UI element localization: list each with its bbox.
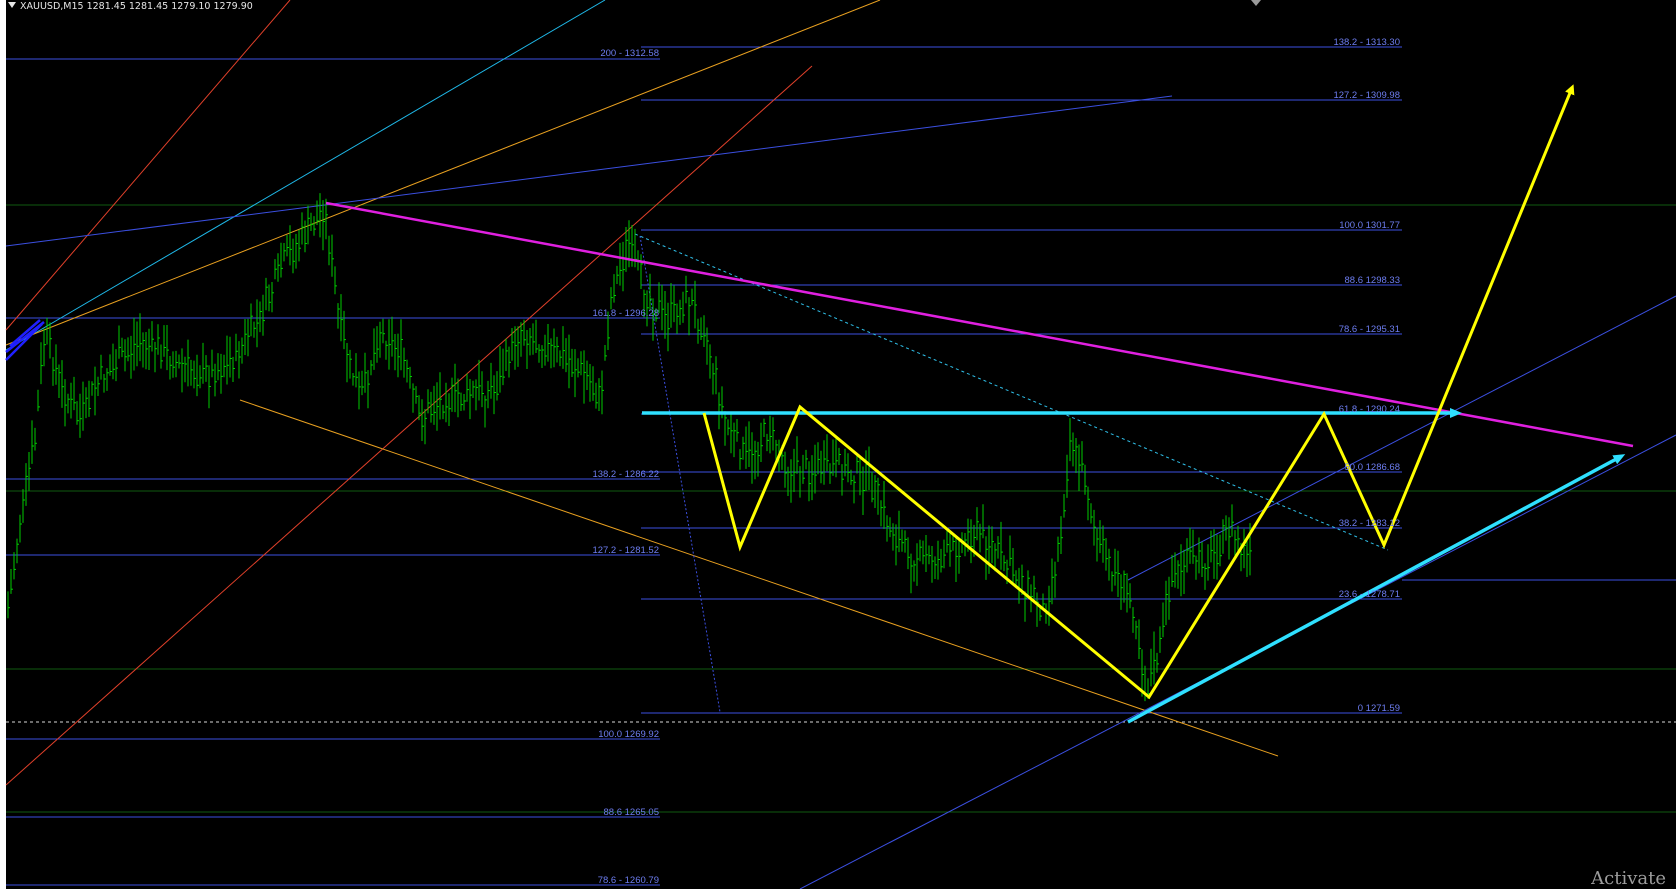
fib-label: 88.6 1298.33 bbox=[1345, 275, 1400, 286]
orange-upper-line bbox=[5, 0, 881, 346]
fib-label: 78.6 - 1295.31 bbox=[1339, 324, 1400, 335]
fib-label: 138.2 - 1313.30 bbox=[1333, 37, 1400, 48]
fib-right-levels[interactable] bbox=[641, 46, 1676, 714]
fan-line bbox=[5, 0, 291, 331]
chevron-down-icon[interactable] bbox=[1251, 0, 1261, 6]
fib-label: 161.8 - 1296.28 bbox=[592, 308, 659, 319]
fib-label: 100.0 1269.92 bbox=[598, 729, 659, 740]
activation-watermark: Activate bbox=[1591, 868, 1666, 889]
fib-label: 127.2 - 1309.98 bbox=[1333, 90, 1400, 101]
fib-label: 78.6 - 1260.79 bbox=[598, 875, 659, 886]
blue-trendlines[interactable] bbox=[5, 95, 1676, 889]
fib-label: 88.6 1265.05 bbox=[604, 807, 659, 818]
fib-right-labels: 138.2 - 1313.30 127.2 - 1309.98 100.0 13… bbox=[1333, 37, 1400, 714]
blue-wedge-marker bbox=[5, 319, 45, 361]
price-chart[interactable]: 200 - 1312.58 161.8 - 1296.28 138.2 - 12… bbox=[0, 0, 1676, 889]
blue-trendline bbox=[5, 95, 1173, 247]
yellow-projection-path[interactable] bbox=[702, 84, 1575, 700]
fib-label: 100.0 1301.77 bbox=[1339, 220, 1400, 231]
fib-label: 38.2 - 1283.12 bbox=[1339, 518, 1400, 529]
fan-line bbox=[5, 65, 813, 786]
symbol-header[interactable]: XAUUSD,M15 1281.45 1281.45 1279.10 1279.… bbox=[8, 0, 253, 14]
menu-triangle-icon[interactable] bbox=[8, 2, 16, 8]
cyan-fan-line[interactable] bbox=[5, 0, 606, 351]
fib-left-labels: 200 - 1312.58 161.8 - 1296.28 138.2 - 12… bbox=[592, 48, 659, 886]
fib-left-levels[interactable] bbox=[6, 58, 660, 886]
symbol-info: XAUUSD,M15 1281.45 1281.45 1279.10 1279.… bbox=[20, 1, 253, 12]
wedge-line bbox=[5, 321, 45, 353]
red-fan-lines[interactable] bbox=[5, 0, 813, 786]
fib-label: 200 - 1312.58 bbox=[600, 48, 659, 59]
fib-label: 0 1271.59 bbox=[1358, 703, 1400, 714]
fib-label: 127.2 - 1281.52 bbox=[592, 545, 659, 556]
price-candles bbox=[7, 193, 1252, 702]
fib-label: 61.8 - 1290.24 bbox=[1339, 404, 1400, 415]
grid-lines bbox=[6, 204, 1676, 813]
orange-lower-line bbox=[239, 399, 1279, 757]
chart-window[interactable]: 200 - 1312.58 161.8 - 1296.28 138.2 - 12… bbox=[0, 0, 1676, 889]
fib-label: 50.0 1286.68 bbox=[1345, 462, 1400, 473]
fib-label: 23.6 - 1278.71 bbox=[1339, 589, 1400, 600]
fib-label: 138.2 - 1286.22 bbox=[592, 469, 659, 480]
